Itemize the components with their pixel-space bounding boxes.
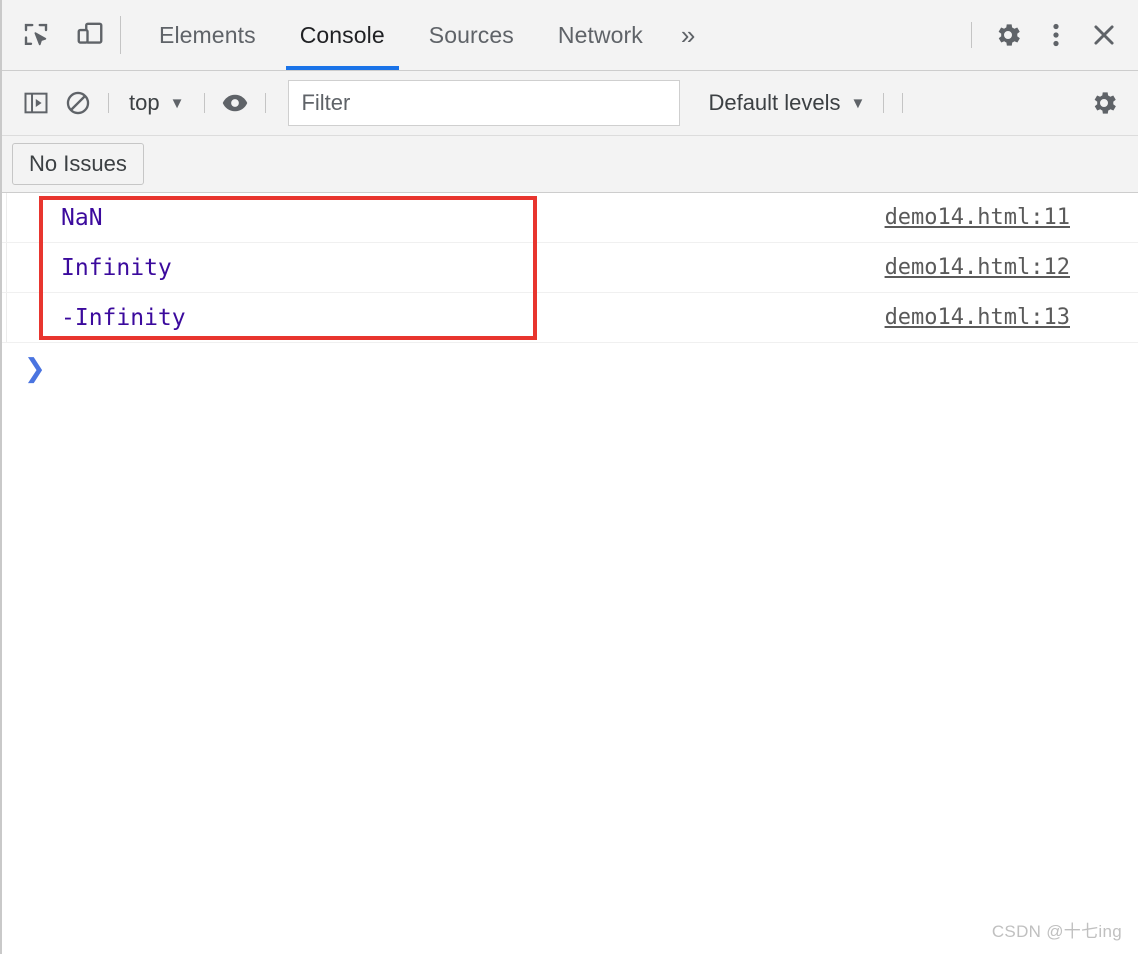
devtools-tab-list: Elements Console Sources Network: [137, 0, 665, 70]
tab-console-label: Console: [299, 21, 385, 48]
console-message-row[interactable]: Infinity demo14.html:12: [2, 243, 1138, 293]
tabbar-right-icons: [963, 0, 1138, 70]
live-expression-eye-icon[interactable]: [215, 83, 255, 123]
settings-gear-icon[interactable]: [988, 15, 1028, 55]
tab-console[interactable]: Console: [278, 0, 407, 70]
console-message-area[interactable]: NaN demo14.html:11 Infinity demo14.html:…: [2, 193, 1138, 954]
no-issues-button[interactable]: No Issues: [12, 143, 144, 185]
more-tabs-icon[interactable]: »: [665, 0, 711, 70]
tab-sources-label: Sources: [428, 21, 514, 48]
console-message-value: NaN: [61, 204, 103, 231]
tab-sources[interactable]: Sources: [407, 0, 536, 70]
console-message-row[interactable]: -Infinity demo14.html:13: [2, 293, 1138, 343]
devtools-panel: Elements Console Sources Network » top ▼…: [0, 0, 1138, 954]
console-message-source-link[interactable]: demo14.html:12: [885, 255, 1070, 280]
console-message-row[interactable]: NaN demo14.html:11: [2, 193, 1138, 243]
console-prompt-row[interactable]: ❯: [2, 343, 1138, 395]
console-message-source-link[interactable]: demo14.html:11: [885, 205, 1070, 230]
device-toolbar-icon[interactable]: [70, 15, 110, 55]
tabbar-divider-1: [120, 16, 121, 54]
console-message-value: Infinity: [61, 254, 172, 281]
console-settings-gear-icon[interactable]: [1084, 83, 1124, 123]
console-toolbar-divider-5: [902, 93, 904, 113]
inspect-element-icon[interactable]: [16, 15, 56, 55]
prompt-chevron-icon: ❯: [24, 354, 46, 384]
issues-bar: No Issues: [2, 136, 1138, 193]
close-icon[interactable]: [1084, 15, 1124, 55]
console-message-value: -Infinity: [61, 304, 186, 331]
log-levels-selector[interactable]: Default levels ▼: [700, 86, 873, 120]
console-toolbar-divider-3: [265, 93, 267, 113]
console-message-source-link[interactable]: demo14.html:13: [885, 305, 1070, 330]
tab-network[interactable]: Network: [536, 0, 665, 70]
chevron-down-icon: ▼: [850, 94, 866, 112]
watermark: CSDN @十七ing: [991, 922, 1122, 941]
console-toolbar-divider-2: [204, 93, 206, 113]
console-toolbar: top ▼ Default levels ▼: [2, 71, 1138, 136]
tab-elements-label: Elements: [159, 21, 256, 48]
clear-console-icon[interactable]: [58, 83, 98, 123]
console-toolbar-divider-1: [108, 93, 109, 113]
more-tabs-glyph: »: [680, 19, 696, 50]
console-sidebar-toggle-icon[interactable]: [16, 83, 56, 123]
tabbar-left-icons: [2, 0, 110, 70]
log-levels-label: Default levels: [708, 90, 841, 115]
execution-context-label: top: [129, 90, 160, 115]
chevron-down-icon: ▼: [169, 94, 185, 112]
execution-context-selector[interactable]: top ▼: [119, 86, 194, 120]
kebab-menu-icon[interactable]: [1036, 15, 1076, 55]
devtools-tabbar: Elements Console Sources Network »: [2, 0, 1138, 71]
tabbar-divider-2: [971, 22, 972, 48]
filter-input[interactable]: [288, 80, 681, 126]
tab-network-label: Network: [557, 21, 643, 48]
tab-elements[interactable]: Elements: [137, 0, 278, 70]
console-toolbar-divider-4: [883, 93, 885, 113]
